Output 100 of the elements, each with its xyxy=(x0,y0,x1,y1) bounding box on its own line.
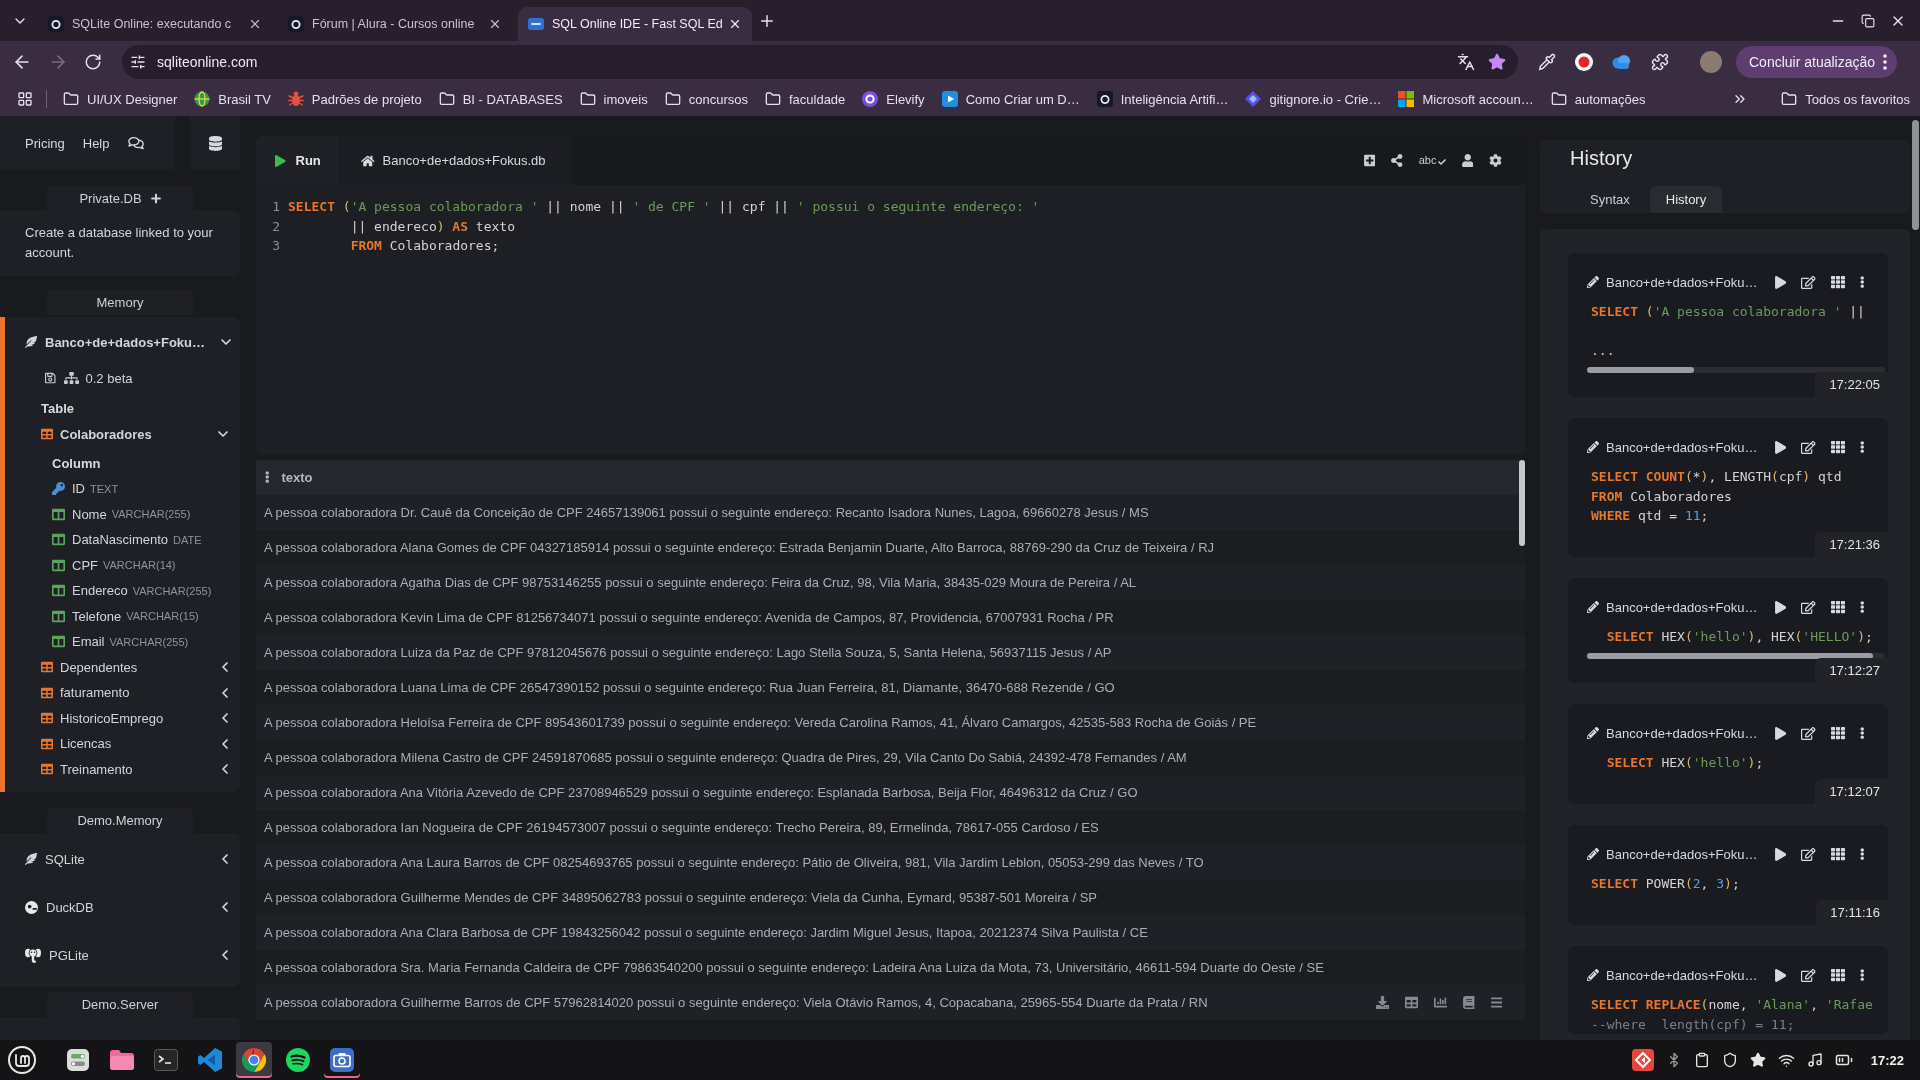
scrollbar[interactable] xyxy=(1587,366,1885,373)
pencil-icon[interactable] xyxy=(1587,969,1599,981)
sliders-icon[interactable] xyxy=(130,53,146,70)
spellcheck-button[interactable]: abc xyxy=(1418,155,1446,166)
edit-icon[interactable] xyxy=(1801,440,1816,454)
grid-icon[interactable] xyxy=(1830,275,1845,289)
pencil-icon[interactable] xyxy=(1587,276,1599,288)
app-tile-icon[interactable] xyxy=(1631,1049,1654,1071)
tree-item[interactable]: HistoricoEmprego xyxy=(25,705,228,731)
bookmark[interactable]: automações xyxy=(1550,91,1646,107)
chevron-down-icon[interactable] xyxy=(218,431,228,437)
code-editor[interactable]: 1 SELECT ('A pessoa colaboradora ' || nome || ' de CPF ' || cpf || ' possui o seguinte endereço: ' 2 || endereco) AS texto 3 FROM Colaboradores; xyxy=(256,185,1525,455)
tree-item[interactable]: Colaboradores xyxy=(25,421,228,447)
kebab-icon[interactable] xyxy=(1859,276,1864,288)
bookmark[interactable]: concursos xyxy=(664,91,748,107)
settings-icon[interactable] xyxy=(1489,154,1502,167)
chevron-left-icon[interactable] xyxy=(222,950,228,960)
kebab-icon[interactable] xyxy=(1859,969,1864,981)
bookmark[interactable]: imoveis xyxy=(579,91,648,107)
tree-item[interactable]: PGLite xyxy=(25,931,228,979)
panel-tab[interactable]: Syntax xyxy=(1574,186,1646,213)
chat-icon[interactable] xyxy=(127,136,144,150)
shield-icon[interactable] xyxy=(1721,1052,1738,1068)
pencil-icon[interactable] xyxy=(1587,848,1599,860)
run-button[interactable]: Run xyxy=(256,136,338,185)
tree-item[interactable]: Dependentes xyxy=(25,654,228,680)
browser-tab[interactable]: SQL Online IDE - Fast SQL Ed xyxy=(518,7,752,41)
save-icon[interactable] xyxy=(45,372,56,384)
tree-item[interactable]: DuckDB xyxy=(25,883,228,931)
bookmark[interactable]: Elevify xyxy=(862,91,925,107)
bookmark[interactable]: BI - DATABASES xyxy=(438,91,563,107)
bookmark[interactable]: Inteligência Artifi… xyxy=(1096,91,1229,107)
translate-icon[interactable] xyxy=(1457,52,1475,71)
scrollbar[interactable] xyxy=(1587,652,1885,659)
restore-icon[interactable] xyxy=(1861,13,1875,28)
tree-item[interactable]: ID TEXT xyxy=(25,476,228,502)
chevron-left-icon[interactable] xyxy=(222,687,228,698)
chevron-left-icon[interactable] xyxy=(222,902,228,912)
edit-icon[interactable] xyxy=(1801,968,1816,982)
bookmark[interactable]: gitignore.io - Crie… xyxy=(1245,91,1382,107)
clipboard-icon[interactable] xyxy=(1693,1052,1710,1068)
bookmark[interactable]: Microsoft accoun… xyxy=(1398,91,1534,107)
kebab-icon[interactable] xyxy=(1859,601,1864,613)
download-icon[interactable] xyxy=(1376,995,1389,1009)
star-icon[interactable] xyxy=(1488,52,1506,71)
bookmark[interactable]: Padrões de projeto xyxy=(287,91,422,107)
chevron-left-icon[interactable] xyxy=(222,854,228,864)
browser-tab[interactable]: SQLite Online: executando c xyxy=(38,7,272,41)
close-icon[interactable] xyxy=(248,17,262,31)
tree-item[interactable]: CPF VARCHAR(14) xyxy=(25,552,228,578)
chevron-left-icon[interactable] xyxy=(222,764,228,775)
chevron-left-icon[interactable] xyxy=(222,738,228,749)
tree-item[interactable]: Telefone VARCHAR(15) xyxy=(25,603,228,629)
menu-icon[interactable] xyxy=(8,1046,36,1074)
bookmark[interactable]: faculdade xyxy=(764,91,846,107)
browser-tab[interactable]: Fórum | Alura - Cursos online xyxy=(278,7,512,41)
tree-item[interactable]: Banco+de+dados+Foku… xyxy=(25,329,228,355)
bookmark[interactable]: Como Criar um D… xyxy=(941,91,1080,107)
grid-icon[interactable] xyxy=(1830,600,1845,614)
scrollbar[interactable] xyxy=(1519,460,1525,546)
nav-link[interactable]: Help xyxy=(82,135,110,151)
chevron-left-icon[interactable] xyxy=(222,662,228,673)
taskbar-button[interactable] xyxy=(236,1042,272,1078)
pipette-icon[interactable] xyxy=(1538,52,1556,71)
edit-icon[interactable] xyxy=(1801,847,1816,861)
kebab-icon[interactable] xyxy=(1859,441,1864,453)
kebab-icon[interactable] xyxy=(1859,727,1864,739)
nav-link[interactable]: Pricing xyxy=(25,135,65,151)
grid-icon[interactable] xyxy=(1830,440,1845,454)
record-icon[interactable] xyxy=(1575,52,1593,71)
book-icon[interactable] xyxy=(1463,995,1475,1009)
tree-item[interactable]: faturamento xyxy=(25,680,228,706)
hierarchy-icon[interactable] xyxy=(63,372,79,384)
plus-icon[interactable] xyxy=(150,193,161,204)
avatar-icon[interactable] xyxy=(1700,50,1722,73)
chevron-down-icon[interactable] xyxy=(221,339,231,345)
bar-chart-icon[interactable] xyxy=(1434,995,1447,1009)
panel-tab[interactable]: History xyxy=(1649,186,1723,213)
play-icon[interactable] xyxy=(1774,600,1786,614)
tree-item[interactable]: DataNascimento DATE xyxy=(25,527,228,553)
scrollbar[interactable] xyxy=(1912,120,1919,230)
update-button[interactable]: Concluir atualização xyxy=(1736,45,1898,78)
database-button[interactable] xyxy=(190,116,240,170)
close-icon[interactable] xyxy=(488,17,502,31)
play-icon[interactable] xyxy=(1774,847,1786,861)
edit-icon[interactable] xyxy=(1801,600,1816,614)
kebab-icon[interactable] xyxy=(265,471,270,484)
close-icon[interactable] xyxy=(728,17,742,31)
kebab-icon[interactable] xyxy=(1859,848,1864,860)
chevron-left-icon[interactable] xyxy=(222,713,228,724)
user-icon[interactable] xyxy=(1461,154,1473,167)
apps-grid-icon[interactable] xyxy=(17,91,33,107)
pencil-icon[interactable] xyxy=(1587,441,1599,453)
grid-icon[interactable] xyxy=(1830,847,1845,861)
music-note-icon[interactable] xyxy=(1806,1052,1823,1068)
tree-item[interactable]: Treinamento xyxy=(25,756,228,782)
edit-icon[interactable] xyxy=(1801,726,1816,740)
puzzle-icon[interactable] xyxy=(1651,52,1669,71)
edit-icon[interactable] xyxy=(1801,275,1816,289)
tree-item[interactable]: Endereco VARCHAR(255) xyxy=(25,578,228,604)
